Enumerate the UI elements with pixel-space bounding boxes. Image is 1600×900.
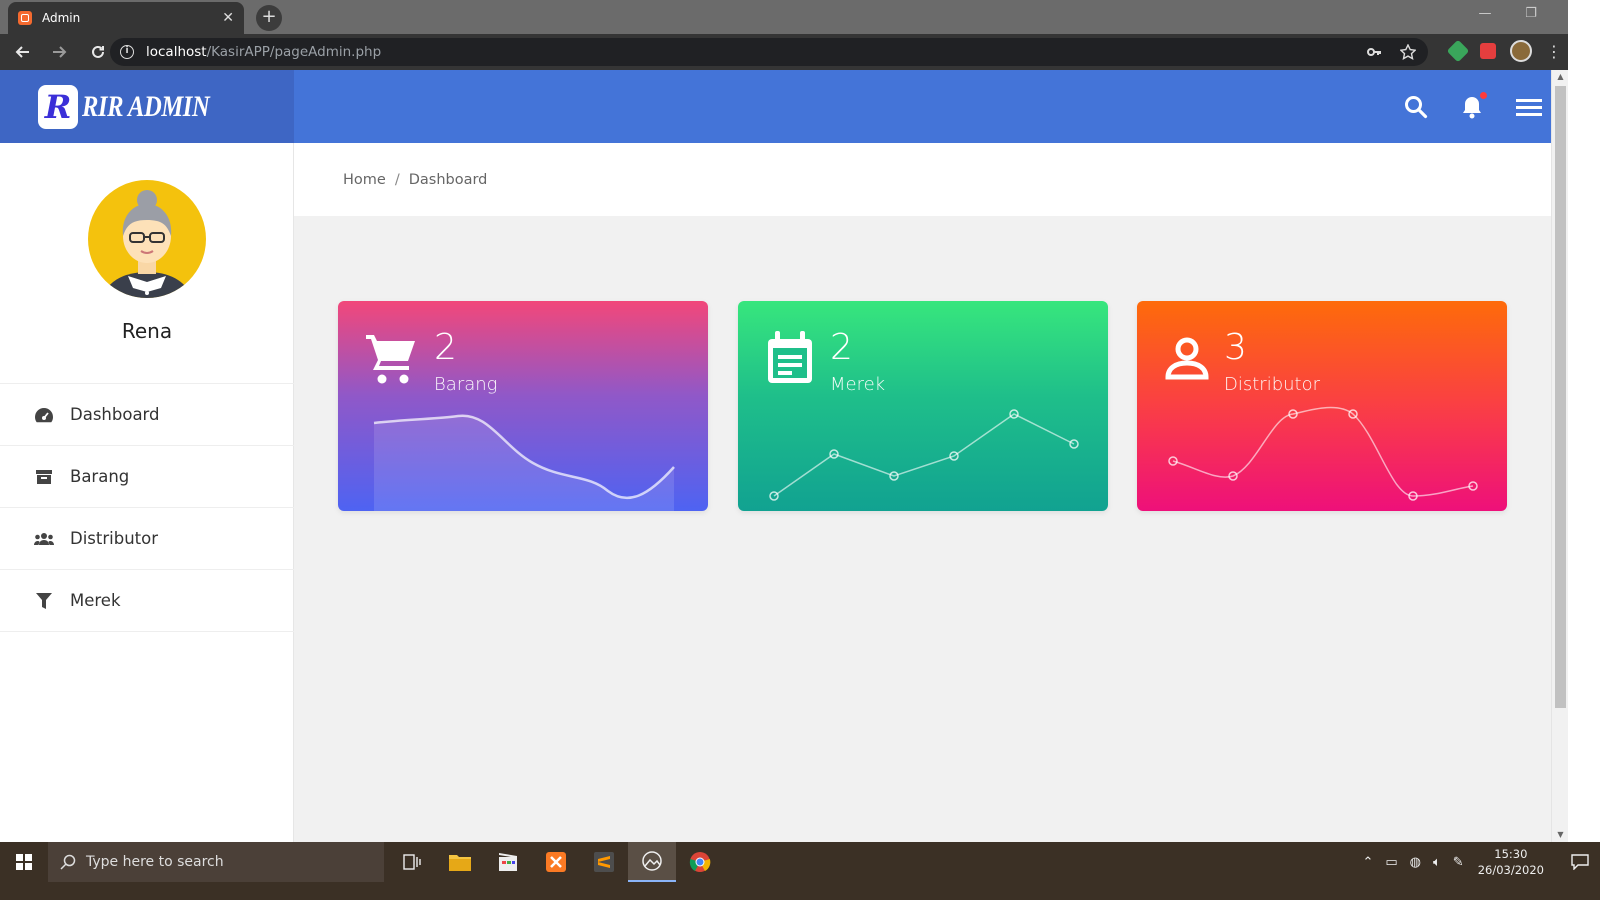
- forward-arrow-icon: [53, 46, 67, 58]
- calendar-note-icon: [766, 331, 818, 385]
- card-sparkline: [769, 409, 1079, 501]
- back-arrow-icon: [15, 46, 29, 58]
- breadcrumb-separator: /: [394, 171, 400, 188]
- chevron-up-icon[interactable]: ⌃: [1362, 855, 1373, 870]
- action-center-icon[interactable]: [1560, 842, 1600, 882]
- hamburger-menu-icon[interactable]: [1515, 94, 1542, 120]
- task-view-icon[interactable]: [388, 842, 436, 882]
- xampp-icon[interactable]: [532, 842, 580, 882]
- clock-date: 26/03/2020: [1477, 863, 1544, 877]
- window-gutter: [1568, 0, 1600, 842]
- card-label: Distributor: [1224, 374, 1321, 395]
- clock[interactable]: 15:30 26/03/2020: [1478, 846, 1544, 878]
- taskbar-search-placeholder: Type here to search: [86, 854, 224, 870]
- taskbar-bottom-strip: [0, 882, 1600, 900]
- card-count: 2: [830, 327, 853, 368]
- sidebar-item-barang[interactable]: Barang: [0, 446, 294, 508]
- sidebar-item-label: Distributor: [70, 529, 159, 548]
- stat-card-merek[interactable]: 2 Merek: [738, 301, 1108, 511]
- photos-app-icon[interactable]: [628, 842, 676, 882]
- users-group-icon: [34, 529, 54, 549]
- browser-toolbar: i localhost/KasirAPP/pageAdmin.php ⋮: [0, 34, 1600, 70]
- site-info-icon[interactable]: i: [120, 45, 134, 59]
- sidebar-item-label: Dashboard: [70, 405, 160, 424]
- sidebar-menu: Dashboard Barang Distributor Merek: [0, 383, 294, 632]
- card-label: Barang: [434, 374, 498, 395]
- clock-time: 15:30: [1494, 847, 1528, 861]
- url-host: localhost: [146, 44, 207, 60]
- stat-card-barang[interactable]: 2 Barang: [338, 301, 708, 511]
- tab-close-icon[interactable]: ✕: [222, 10, 234, 26]
- browser-menu-icon[interactable]: ⋮: [1546, 42, 1562, 61]
- shopping-cart-icon: [366, 331, 418, 385]
- search-icon[interactable]: [1403, 94, 1429, 120]
- xampp-favicon-icon: [18, 11, 32, 25]
- bell-icon[interactable]: [1459, 91, 1487, 120]
- sidebar-item-dashboard[interactable]: Dashboard: [0, 384, 294, 446]
- search-icon: [60, 854, 76, 870]
- notification-dot: [1480, 91, 1487, 99]
- breadcrumb: Home / Dashboard: [294, 143, 1551, 216]
- media-app-icon[interactable]: [484, 842, 532, 882]
- extension-red-icon[interactable]: [1480, 43, 1496, 59]
- file-explorer-icon[interactable]: [436, 842, 484, 882]
- url-path: /KasirAPP/pageAdmin.php: [206, 44, 382, 60]
- bookmark-star-icon[interactable]: [1400, 44, 1416, 60]
- new-tab-button[interactable]: +: [256, 5, 282, 31]
- minimize-button[interactable]: —: [1462, 0, 1508, 30]
- scroll-thumb[interactable]: [1555, 86, 1566, 708]
- system-tray: ⌃ ▭ ◍ 🔈︎ ✎ 15:30 26/03/2020: [1362, 842, 1600, 882]
- profile-avatar-icon[interactable]: [1510, 40, 1532, 62]
- sidebar: Rena Dashboard Barang Distributor Merek: [0, 143, 294, 842]
- scroll-up-arrow-icon[interactable]: ▲: [1552, 70, 1569, 84]
- key-icon[interactable]: [1366, 44, 1382, 60]
- windows-taskbar: Type here to search ⌃ ▭ ◍ 🔈︎ ✎ 15:30 26/…: [0, 842, 1600, 882]
- breadcrumb-current: Dashboard: [408, 171, 488, 188]
- sidebar-item-label: Barang: [70, 467, 130, 486]
- sidebar-item-distributor[interactable]: Distributor: [0, 508, 294, 570]
- dashboard-gauge-icon: [34, 405, 54, 425]
- breadcrumb-home-link[interactable]: Home: [343, 172, 386, 188]
- logo[interactable]: R RIR ADMIN: [0, 70, 294, 143]
- card-count: 2: [434, 327, 457, 368]
- avatar[interactable]: [88, 180, 206, 298]
- sublime-text-icon[interactable]: [580, 842, 628, 882]
- card-sparkline: [1168, 406, 1478, 501]
- forward-button[interactable]: [44, 36, 76, 68]
- extension-green-icon[interactable]: [1446, 39, 1470, 63]
- card-count: 3: [1224, 327, 1247, 368]
- network-globe-icon[interactable]: ◍: [1410, 855, 1421, 870]
- restore-button[interactable]: ❐: [1508, 0, 1554, 30]
- battery-icon[interactable]: ▭: [1385, 855, 1397, 870]
- pen-icon[interactable]: ✎: [1453, 855, 1464, 870]
- grandma-avatar-icon: [102, 190, 192, 298]
- back-button[interactable]: [6, 36, 38, 68]
- sidebar-item-label: Merek: [70, 591, 121, 610]
- card-label: Merek: [830, 374, 886, 395]
- filter-funnel-icon: [34, 591, 54, 611]
- scroll-down-arrow-icon[interactable]: ▼: [1552, 828, 1569, 842]
- card-sparkline: [373, 414, 675, 511]
- volume-icon[interactable]: 🔈︎: [1433, 855, 1441, 870]
- user-icon: [1165, 331, 1217, 385]
- logo-badge: R: [38, 84, 78, 129]
- start-button[interactable]: [0, 842, 48, 882]
- sidebar-item-merek[interactable]: Merek: [0, 570, 294, 632]
- address-bar[interactable]: i localhost/KasirAPP/pageAdmin.php: [110, 38, 1428, 66]
- reload-icon: [92, 45, 104, 58]
- windows-logo-icon: [16, 854, 32, 870]
- tab-title: Admin: [42, 11, 81, 25]
- browser-tabstrip: Admin ✕ + — ❐ ✕: [0, 0, 1600, 34]
- user-name: Rena: [121, 319, 173, 343]
- chrome-icon[interactable]: [676, 842, 724, 882]
- taskbar-search[interactable]: Type here to search: [48, 842, 384, 882]
- archive-box-icon: [34, 467, 54, 487]
- stat-card-distributor[interactable]: 3 Distributor: [1137, 301, 1507, 511]
- browser-tab[interactable]: Admin ✕: [8, 2, 244, 34]
- app-header: R RIR ADMIN: [0, 70, 1583, 143]
- page-scrollbar[interactable]: ▲ ▼: [1551, 70, 1568, 842]
- logo-text: RIR ADMIN: [82, 89, 210, 123]
